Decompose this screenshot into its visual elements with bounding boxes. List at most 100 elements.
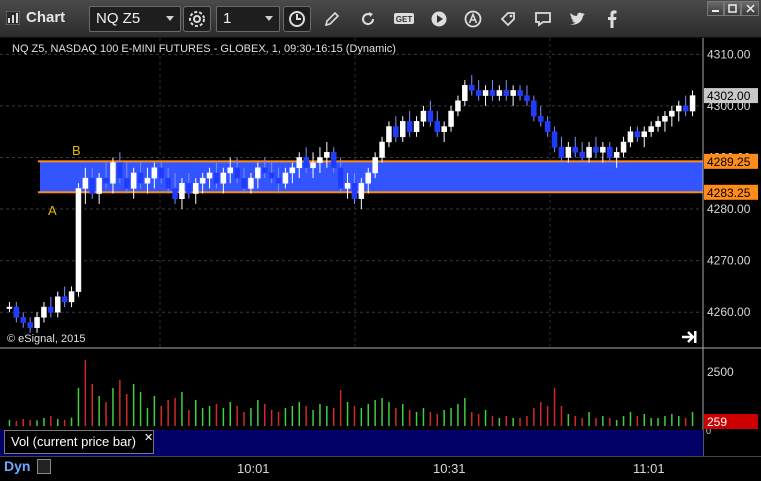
candle-body[interactable] xyxy=(213,172,220,184)
candle-body[interactable] xyxy=(420,110,427,122)
candle-body[interactable] xyxy=(82,177,89,189)
candle-body[interactable] xyxy=(89,177,95,194)
settings-button[interactable] xyxy=(183,6,211,32)
dynamic-mode-label[interactable]: Dyn xyxy=(4,458,30,474)
candle-body[interactable] xyxy=(531,100,537,117)
candle-body[interactable] xyxy=(351,183,358,199)
candle-body[interactable] xyxy=(117,162,123,179)
candle-body[interactable] xyxy=(186,183,192,194)
candle-body[interactable] xyxy=(565,146,572,158)
candle-body[interactable] xyxy=(462,85,468,101)
candle-body[interactable] xyxy=(165,177,171,189)
lock-icon[interactable] xyxy=(37,459,51,474)
interval-input[interactable]: 1 xyxy=(216,6,280,32)
candle-body[interactable] xyxy=(296,157,302,169)
candle-body[interactable] xyxy=(310,162,316,169)
candle-body[interactable] xyxy=(627,131,634,143)
candle-body[interactable] xyxy=(689,95,696,112)
candle-body[interactable] xyxy=(75,188,82,292)
candle-body[interactable] xyxy=(13,306,20,318)
candle-body[interactable] xyxy=(282,172,289,184)
candle-body[interactable] xyxy=(34,317,40,328)
candle-body[interactable] xyxy=(579,152,585,158)
candle-body[interactable] xyxy=(655,121,661,127)
candle-body[interactable] xyxy=(406,121,413,132)
candle-body[interactable] xyxy=(158,167,164,179)
candle-body[interactable] xyxy=(317,157,323,163)
scroll-to-end-icon[interactable] xyxy=(682,331,697,343)
candle-body[interactable] xyxy=(400,121,406,138)
candle-body[interactable] xyxy=(620,141,627,153)
candle-body[interactable] xyxy=(434,121,440,132)
volume-study-label[interactable]: Vol (current price bar) xyxy=(4,430,154,454)
candle-body[interactable] xyxy=(413,121,420,132)
candle-body[interactable] xyxy=(61,296,68,303)
candle-body[interactable] xyxy=(151,167,158,179)
candle-body[interactable] xyxy=(103,177,109,184)
candle-body[interactable] xyxy=(41,306,47,318)
chevron-down-icon[interactable] xyxy=(265,16,273,21)
candle-body[interactable] xyxy=(255,167,261,179)
candle-body[interactable] xyxy=(324,152,330,158)
time-button[interactable] xyxy=(283,6,311,32)
candle-body[interactable] xyxy=(179,183,185,199)
candle-body[interactable] xyxy=(48,306,54,313)
candle-body[interactable] xyxy=(551,131,558,148)
candle-body[interactable] xyxy=(344,183,351,189)
chevron-down-icon[interactable] xyxy=(166,16,174,21)
candle-body[interactable] xyxy=(365,172,371,184)
minimize-button[interactable] xyxy=(707,1,724,16)
candle-body[interactable] xyxy=(331,152,337,169)
close-button[interactable] xyxy=(741,1,759,16)
candle-body[interactable] xyxy=(455,100,461,112)
candle-body[interactable] xyxy=(372,157,378,174)
candle-body[interactable] xyxy=(524,95,530,101)
facebook-button[interactable] xyxy=(598,6,626,32)
candle-body[interactable] xyxy=(96,177,102,194)
candle-body[interactable] xyxy=(6,306,13,309)
candle-body[interactable] xyxy=(220,172,227,184)
candle-body[interactable] xyxy=(448,110,454,127)
candle-body[interactable] xyxy=(510,90,516,96)
candle-body[interactable] xyxy=(303,157,309,169)
candle-body[interactable] xyxy=(517,90,523,96)
twitter-button[interactable] xyxy=(564,6,592,32)
candle-body[interactable] xyxy=(613,152,620,158)
chat-button[interactable] xyxy=(529,6,557,32)
candle-body[interactable] xyxy=(262,167,268,174)
candle-body[interactable] xyxy=(503,90,509,96)
candle-body[interactable] xyxy=(662,115,668,122)
candle-body[interactable] xyxy=(475,90,482,96)
alert-button[interactable] xyxy=(459,6,487,32)
draw-button[interactable] xyxy=(318,6,346,32)
candle-body[interactable] xyxy=(27,322,33,328)
candle-body[interactable] xyxy=(641,131,647,138)
candle-body[interactable] xyxy=(193,183,199,194)
candle-body[interactable] xyxy=(358,183,365,199)
candle-body[interactable] xyxy=(234,167,240,179)
candle-body[interactable] xyxy=(130,172,137,189)
candle-body[interactable] xyxy=(441,126,447,132)
candle-body[interactable] xyxy=(227,167,233,174)
candle-body[interactable] xyxy=(600,146,606,153)
candle-body[interactable] xyxy=(538,115,544,122)
candle-body[interactable] xyxy=(379,141,385,158)
candle-body[interactable] xyxy=(393,126,399,138)
candle-body[interactable] xyxy=(469,85,475,91)
candle-body[interactable] xyxy=(386,126,392,143)
chart-area[interactable]: 4310.004300.004290.004280.004270.004260.… xyxy=(0,38,761,481)
candle-body[interactable] xyxy=(199,177,206,184)
maximize-button[interactable] xyxy=(724,1,741,16)
candle-body[interactable] xyxy=(682,105,689,112)
candle-body[interactable] xyxy=(55,296,61,313)
candle-body[interactable] xyxy=(634,131,641,138)
candle-body[interactable] xyxy=(124,177,130,189)
close-icon[interactable]: ✕ xyxy=(144,431,153,444)
candle-body[interactable] xyxy=(241,177,247,189)
symbol-input[interactable]: NQ Z5 xyxy=(89,6,181,32)
candle-body[interactable] xyxy=(337,167,344,189)
candle-body[interactable] xyxy=(572,146,578,153)
tag-button[interactable] xyxy=(494,6,522,32)
candle-body[interactable] xyxy=(144,177,151,184)
candle-body[interactable] xyxy=(110,162,116,184)
